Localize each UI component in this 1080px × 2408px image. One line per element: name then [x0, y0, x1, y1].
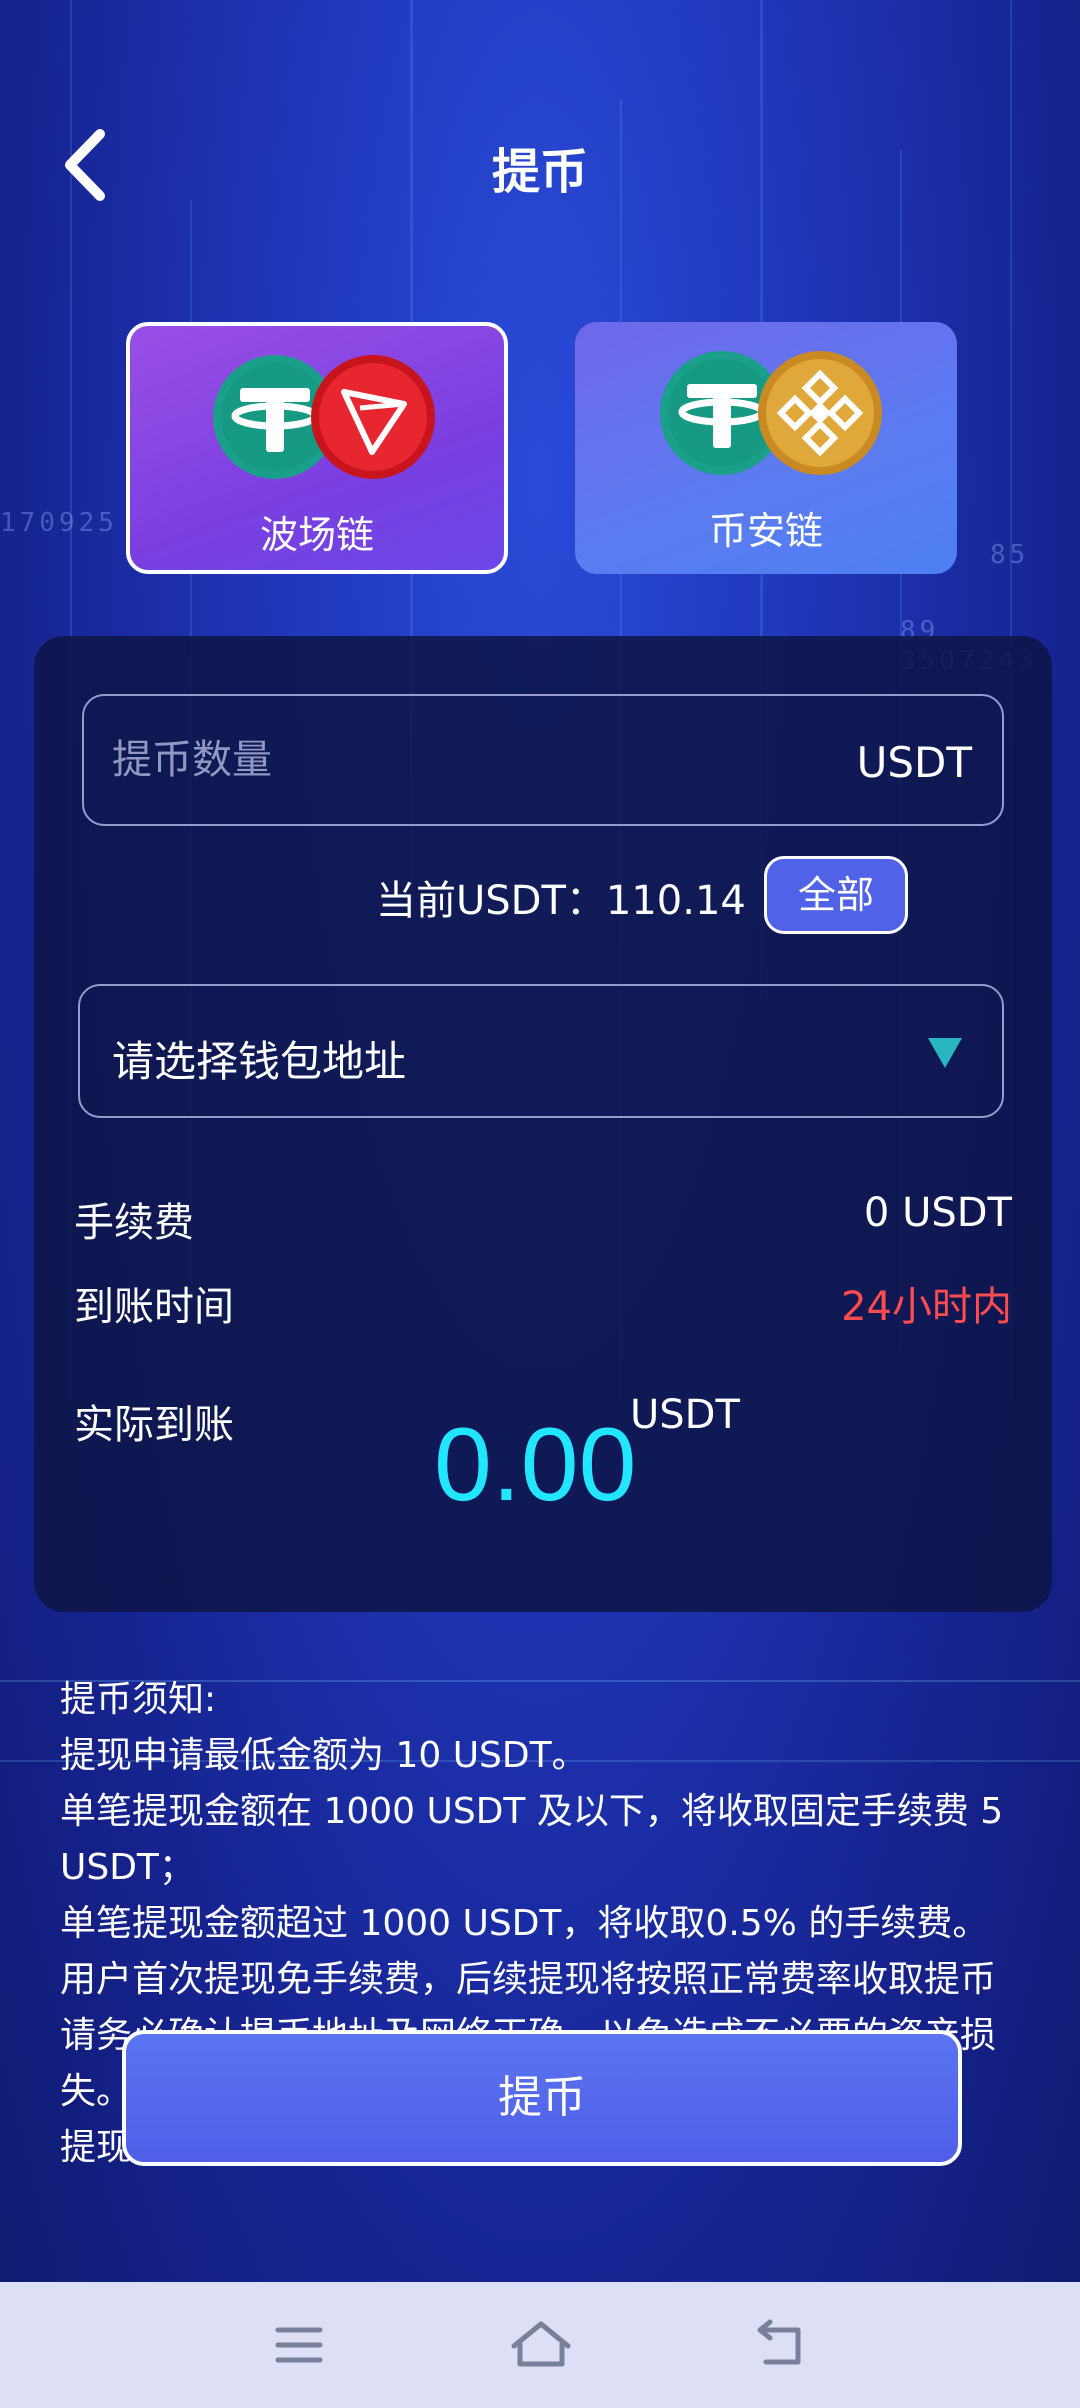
- caret-down-icon: [928, 1038, 962, 1068]
- tron-icon: [311, 355, 435, 479]
- page-title: 提币: [491, 144, 588, 200]
- actual-received-unit: USDT: [630, 1392, 740, 1438]
- withdraw-form-card: USDT 当前USDT：110.14 全部 请选择钱包地址 手续费 0 USDT…: [34, 636, 1052, 1612]
- menu-icon: [275, 2327, 323, 2363]
- actual-received-value: 0.00: [434, 1407, 637, 1523]
- arrival-value: 24小时内: [841, 1284, 1012, 1330]
- balance-row: 当前USDT：110.14 全部: [34, 856, 1052, 936]
- wallet-select-placeholder: 请选择钱包地址: [112, 1037, 407, 1086]
- withdraw-all-button[interactable]: 全部: [764, 856, 908, 934]
- menu-button[interactable]: [264, 2312, 334, 2378]
- app-header: 提币: [0, 110, 1080, 220]
- notice-line: 提现申请最低金额为 10 USDT。: [60, 1735, 588, 1776]
- back-icon: [757, 2319, 801, 2365]
- notice-line: 用户首次提现免手续费，后续提现将按照正常费率收取提币: [60, 1959, 997, 2000]
- chain-label: 波场链: [259, 513, 374, 557]
- home-icon: [511, 2321, 571, 2367]
- home-button[interactable]: [506, 2312, 576, 2378]
- wallet-address-select[interactable]: 请选择钱包地址: [78, 984, 1004, 1118]
- arrival-row: 到账时间 24小时内: [74, 1274, 1012, 1334]
- background-digits: 170925: [0, 508, 118, 538]
- amount-field: USDT: [82, 694, 1004, 826]
- actual-received-label: 实际到账: [74, 1402, 234, 1448]
- fee-value: 0 USDT: [863, 1190, 1012, 1236]
- chain-icons: [130, 352, 504, 492]
- system-back-button[interactable]: [746, 2312, 816, 2378]
- notice-line: 单笔提现金额在 1000 USDT 及以下，将收取固定手续费 5 USDT；: [60, 1791, 1004, 1888]
- fee-label: 手续费: [74, 1200, 194, 1246]
- chain-label: 币安链: [708, 509, 823, 553]
- chain-tab-tron[interactable]: 波场链: [126, 322, 508, 574]
- notice-title: 提币须知:: [60, 1679, 217, 1720]
- current-balance: 当前USDT：110.14: [376, 878, 746, 924]
- system-navigation-bar: [0, 2282, 1080, 2408]
- chain-tab-bsc[interactable]: 币安链: [575, 322, 957, 574]
- background-digits: 85: [990, 540, 1030, 570]
- bnb-icon: [758, 351, 882, 475]
- amount-input[interactable]: [112, 696, 712, 824]
- chain-icons: [575, 348, 957, 488]
- arrival-label: 到账时间: [74, 1284, 234, 1330]
- notice-line: 单笔提现金额超过 1000 USDT，将收取0.5% 的手续费。: [60, 1903, 989, 1944]
- amount-unit: USDT: [856, 738, 972, 787]
- fee-row: 手续费 0 USDT: [74, 1190, 1012, 1250]
- submit-withdraw-button[interactable]: 提币: [122, 2030, 962, 2166]
